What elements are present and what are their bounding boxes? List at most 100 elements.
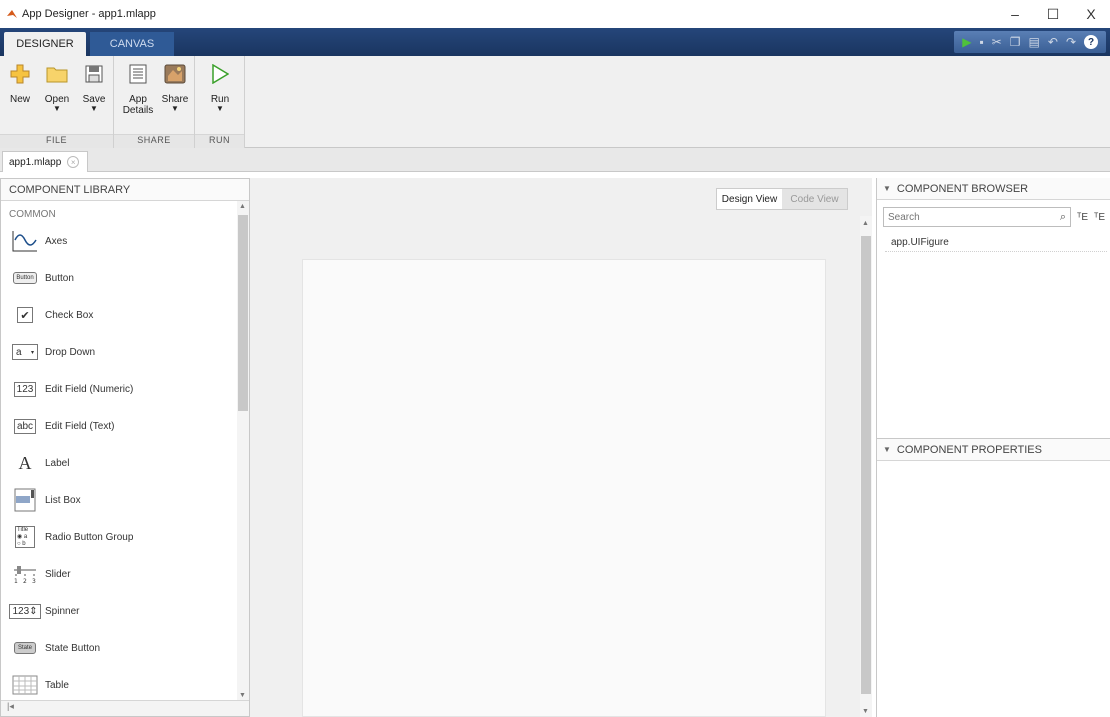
share-group: App Details Share ▼ SHARE: [114, 56, 195, 148]
new-button[interactable]: New: [2, 62, 38, 126]
cut-icon[interactable]: ✂: [992, 35, 1002, 49]
dropdown-icon: a ▾: [12, 344, 38, 360]
title-bar: App Designer - app1.mlapp – ☐ X: [0, 0, 1110, 28]
library-item-slider[interactable]: 123 Slider: [11, 562, 71, 586]
run-button[interactable]: Run ▼: [202, 62, 238, 126]
search-box: ⌕: [883, 207, 1071, 227]
document-tab-label: app1.mlapp: [9, 156, 62, 168]
run-icon[interactable]: ▶: [962, 35, 971, 49]
tab-canvas[interactable]: CANVAS: [90, 32, 174, 56]
collapse-triangle-icon[interactable]: ▼: [883, 445, 891, 454]
component-library-title: COMPONENT LIBRARY: [1, 179, 249, 201]
slider-icon: 123: [14, 566, 36, 584]
file-group: New Open ▼ Save ▼ FILE: [0, 56, 114, 148]
redo-icon[interactable]: ↷: [1066, 35, 1076, 49]
ribbon: New Open ▼ Save ▼ FILE AppDetails Share: [0, 56, 1110, 148]
save-icon[interactable]: ▪: [979, 35, 983, 49]
library-item-table[interactable]: Table: [11, 673, 69, 697]
svg-text:1: 1: [14, 578, 18, 584]
run-group-label: RUN: [195, 134, 244, 148]
design-canvas: Design View Code View ▲ ▼: [250, 178, 872, 717]
toolstrip-tabs: DESIGNER CANVAS: [0, 28, 1110, 56]
paste-icon[interactable]: ▤: [1029, 35, 1040, 49]
share-button[interactable]: Share ▼: [157, 62, 193, 126]
library-item-spinner[interactable]: 123⇕ Spinner: [9, 599, 79, 623]
scroll-up-icon[interactable]: ▲: [239, 203, 246, 210]
component-properties-section: ▼ COMPONENT PROPERTIES: [877, 438, 1110, 462]
table-icon: [12, 675, 38, 695]
undo-icon[interactable]: ↶: [1048, 35, 1058, 49]
help-icon[interactable]: ?: [1084, 35, 1098, 49]
share-group-label: SHARE: [114, 134, 194, 148]
library-item-edit-field-numeric[interactable]: 123 Edit Field (Numeric): [11, 377, 133, 401]
label-icon: A: [18, 452, 32, 473]
library-item-state-button[interactable]: State State Button: [11, 636, 100, 660]
component-properties-title: COMPONENT PROPERTIES: [896, 443, 1042, 456]
run-play-icon: [212, 64, 229, 84]
window-title: App Designer - app1.mlapp: [22, 8, 156, 20]
collapse-left-icon[interactable]: |◂: [7, 701, 14, 711]
run-group: Run ▼ RUN: [195, 56, 245, 148]
minimize-button[interactable]: –: [996, 0, 1034, 28]
collapse-triangle-icon[interactable]: ▼: [883, 184, 891, 193]
component-browser-title: COMPONENT BROWSER: [896, 182, 1029, 195]
app-details-icon: [129, 64, 147, 84]
close-tab-icon[interactable]: ×: [67, 156, 80, 168]
share-icon: [164, 64, 186, 84]
sort-list-icon[interactable]: ᵀE: [1094, 212, 1105, 223]
close-button[interactable]: X: [1072, 0, 1110, 28]
radio-group-icon: Title ◉ a ○ b: [15, 526, 35, 548]
document-tab-bar: app1.mlapp ×: [0, 148, 1110, 172]
library-item-list-box[interactable]: List Box: [11, 488, 81, 512]
section-common: COMMON: [9, 209, 56, 220]
component-properties-header[interactable]: ▼ COMPONENT PROPERTIES: [877, 439, 1110, 461]
spinner-icon: 123⇕: [9, 603, 41, 619]
matlab-logo-icon: [7, 10, 17, 18]
save-button[interactable]: Save ▼: [76, 62, 112, 126]
copy-icon[interactable]: ❐: [1010, 35, 1021, 49]
text-field-icon: abc: [13, 418, 37, 434]
library-item-drop-down[interactable]: a ▾ Drop Down: [11, 340, 95, 364]
design-view-button[interactable]: Design View: [717, 189, 782, 209]
search-icon[interactable]: ⌕: [1060, 211, 1066, 224]
search-input[interactable]: [888, 211, 1060, 223]
maximize-button[interactable]: ☐: [1034, 0, 1072, 28]
new-plus-icon: [10, 64, 30, 84]
component-browser-header[interactable]: ▼ COMPONENT BROWSER: [877, 178, 1110, 200]
library-item-edit-field-text[interactable]: abc Edit Field (Text): [11, 414, 114, 438]
library-item-axes[interactable]: Axes: [11, 229, 67, 253]
scroll-up-icon[interactable]: ▲: [862, 220, 869, 227]
listbox-icon: [14, 488, 36, 512]
scroll-down-icon[interactable]: ▼: [239, 692, 246, 699]
library-item-check-box[interactable]: ✔ Check Box: [11, 303, 93, 327]
component-search-row: ⌕ ᵀE ᵀE: [883, 206, 1105, 228]
scroll-thumb[interactable]: [238, 215, 248, 411]
file-group-label: FILE: [0, 134, 113, 148]
canvas-scrollbar[interactable]: ▲ ▼: [860, 216, 872, 717]
right-panel: ▼ COMPONENT BROWSER ⌕ ᵀE ᵀE app.UIFigure…: [876, 178, 1110, 717]
numeric-field-icon: 123: [13, 381, 37, 397]
library-item-label[interactable]: A Label: [11, 451, 70, 475]
svg-text:2: 2: [23, 578, 27, 584]
library-item-button[interactable]: Button Button: [11, 266, 74, 290]
code-view-button[interactable]: Code View: [782, 189, 847, 209]
folder-icon: [46, 67, 68, 83]
open-button[interactable]: Open ▼: [39, 62, 75, 126]
document-tab[interactable]: app1.mlapp ×: [2, 151, 88, 172]
tree-item-uifigure[interactable]: app.UIFigure: [885, 234, 1107, 252]
scroll-down-icon[interactable]: ▼: [862, 708, 869, 715]
tab-designer[interactable]: DESIGNER: [4, 32, 86, 56]
svg-text:3: 3: [32, 578, 36, 584]
library-item-radio-button-group[interactable]: Title ◉ a ○ b Radio Button Group: [11, 525, 133, 549]
app-designer-window: App Designer - app1.mlapp – ☐ X DESIGNER…: [0, 0, 1110, 717]
scroll-thumb[interactable]: [861, 236, 871, 694]
quick-access-toolbar: ▶ ▪ ✂ ❐ ▤ ↶ ↷ ?: [954, 31, 1106, 53]
save-disk-icon: [85, 65, 103, 83]
app-details-button[interactable]: App Details: [120, 62, 156, 126]
ui-figure-canvas[interactable]: [302, 259, 826, 717]
library-bottom-bar: |◂: [1, 700, 249, 716]
view-toggle: Design View Code View: [716, 188, 848, 210]
sort-tree-icon[interactable]: ᵀE: [1077, 212, 1088, 223]
library-scrollbar[interactable]: ▲ ▼: [237, 201, 249, 701]
component-library-panel: COMPONENT LIBRARY COMMON Axes Button But…: [0, 178, 250, 717]
